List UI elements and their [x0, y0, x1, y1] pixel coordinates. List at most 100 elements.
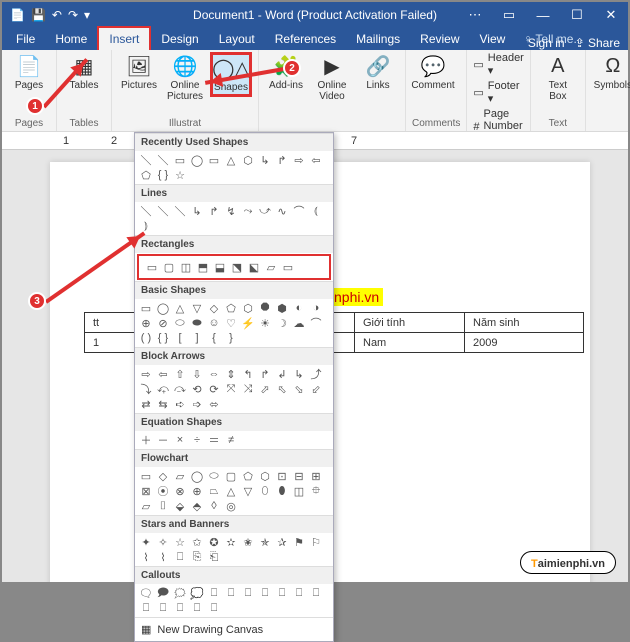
- shape-item[interactable]: ▱: [173, 470, 187, 482]
- shape-item[interactable]: ⚑: [292, 536, 306, 548]
- shape-item[interactable]: ⎕: [139, 602, 153, 614]
- shape-item[interactable]: ⤨: [241, 383, 255, 395]
- symbols-button[interactable]: ΩSymbols: [592, 52, 630, 93]
- shape-item[interactable]: ⊟: [292, 470, 306, 482]
- shape-item[interactable]: ( ): [139, 332, 153, 344]
- shape-item[interactable]: ⏢: [207, 485, 221, 497]
- shape-item[interactable]: ⬘: [190, 500, 204, 512]
- shape-item[interactable]: ⬕: [247, 261, 261, 273]
- tab-references[interactable]: References: [265, 28, 346, 50]
- shape-item[interactable]: ⬒: [196, 261, 210, 273]
- shape-item[interactable]: ✰: [275, 536, 289, 548]
- shape-item[interactable]: ◑: [309, 302, 323, 314]
- shape-item[interactable]: ◊: [207, 500, 221, 512]
- shape-item[interactable]: ⇨: [292, 154, 306, 166]
- tab-home[interactable]: Home: [45, 28, 97, 50]
- shape-item[interactable]: ◯: [190, 154, 204, 166]
- shape-item[interactable]: ＼: [156, 205, 170, 217]
- shape-item[interactable]: ⬡: [241, 302, 255, 314]
- shape-item[interactable]: ⬬: [190, 317, 204, 329]
- shape-item[interactable]: ⦿: [156, 485, 170, 497]
- shape-item[interactable]: ⬠: [224, 302, 238, 314]
- shape-item[interactable]: ⬙: [173, 500, 187, 512]
- shape-item[interactable]: 🗯: [173, 587, 187, 599]
- shape-item[interactable]: ↱: [207, 205, 221, 217]
- shape-item[interactable]: －: [156, 434, 170, 446]
- shape-item[interactable]: ☺: [207, 317, 221, 329]
- shape-item[interactable]: △: [224, 154, 238, 166]
- shape-item[interactable]: ×: [173, 434, 187, 446]
- shape-item[interactable]: ⬀: [258, 383, 272, 395]
- shape-item[interactable]: ⯃: [258, 302, 272, 314]
- text-box-button[interactable]: AText Box: [537, 52, 579, 104]
- minimize-icon[interactable]: —: [526, 2, 560, 28]
- tab-review[interactable]: Review: [410, 28, 469, 50]
- sign-in-link[interactable]: Sign in: [528, 36, 565, 50]
- shape-item[interactable]: ↯: [224, 205, 238, 217]
- shape-item[interactable]: ⤻: [258, 205, 272, 217]
- shape-item[interactable]: △: [224, 485, 238, 497]
- shape-item[interactable]: ➩: [190, 398, 204, 410]
- shape-item[interactable]: ＝: [207, 434, 221, 446]
- shape-item[interactable]: { }: [156, 332, 170, 344]
- tab-mailings[interactable]: Mailings: [346, 28, 410, 50]
- shape-item[interactable]: ⎕: [241, 587, 255, 599]
- shape-item[interactable]: ◎: [224, 500, 238, 512]
- shape-item[interactable]: ⬠: [139, 169, 153, 181]
- shape-item[interactable]: ✬: [241, 536, 255, 548]
- maximize-icon[interactable]: ☐: [560, 2, 594, 28]
- shape-item[interactable]: ⬂: [292, 383, 306, 395]
- shape-item[interactable]: ⊕: [190, 485, 204, 497]
- shape-item[interactable]: ✯: [258, 536, 272, 548]
- shape-item[interactable]: ◫: [179, 261, 193, 273]
- shape-item[interactable]: ⬭: [207, 470, 221, 482]
- shape-item[interactable]: ⎘: [190, 551, 204, 563]
- shape-item[interactable]: ☀: [258, 317, 272, 329]
- shape-item[interactable]: ◯: [156, 302, 170, 314]
- shape-item[interactable]: ⤴: [309, 368, 323, 380]
- shape-item[interactable]: ⌇: [139, 551, 153, 563]
- shape-item[interactable]: ⇦: [156, 368, 170, 380]
- shape-item[interactable]: ⬓: [213, 261, 227, 273]
- shape-item[interactable]: ⬁: [275, 383, 289, 395]
- shape-item[interactable]: ＋: [139, 434, 153, 446]
- shape-item[interactable]: ◯: [190, 470, 204, 482]
- shape-item[interactable]: ▽: [190, 302, 204, 314]
- undo-icon[interactable]: ↶: [52, 8, 62, 22]
- shape-item[interactable]: ⬭: [173, 317, 187, 329]
- shape-item[interactable]: ÷: [190, 434, 204, 446]
- shape-item[interactable]: ▭: [139, 302, 153, 314]
- table-cell[interactable]: 2009: [465, 333, 584, 353]
- shape-item[interactable]: ⌒: [309, 317, 323, 329]
- shape-item[interactable]: ▭: [207, 154, 221, 166]
- shape-item[interactable]: ↳: [190, 205, 204, 217]
- pictures-button[interactable]: 🖼Pictures: [118, 52, 160, 93]
- save-icon[interactable]: 💾: [31, 8, 46, 22]
- shape-item[interactable]: ⊠: [139, 485, 153, 497]
- tab-view[interactable]: View: [470, 28, 516, 50]
- shape-item[interactable]: ⇕: [224, 368, 238, 380]
- shape-item[interactable]: }: [224, 332, 238, 344]
- shape-item[interactable]: ⌇: [156, 551, 170, 563]
- shape-item[interactable]: ⇨: [139, 368, 153, 380]
- shape-item[interactable]: ⦅: [309, 205, 323, 217]
- table-cell[interactable]: Nam: [355, 333, 465, 353]
- shape-item[interactable]: ⎕: [275, 587, 289, 599]
- shape-item[interactable]: ▭: [281, 261, 295, 273]
- tab-file[interactable]: File: [6, 28, 45, 50]
- shape-item[interactable]: ⇩: [190, 368, 204, 380]
- shape-item[interactable]: ▭: [139, 470, 153, 482]
- shape-item[interactable]: ⊡: [275, 470, 289, 482]
- new-drawing-canvas[interactable]: ▦New Drawing Canvas: [135, 617, 333, 641]
- redo-icon[interactable]: ↷: [68, 8, 78, 22]
- shape-item[interactable]: ▱: [264, 261, 278, 273]
- shape-item[interactable]: ☁: [292, 317, 306, 329]
- shape-item[interactable]: ⤽: [156, 383, 170, 395]
- table-cell[interactable]: Năm sinh: [465, 313, 584, 333]
- shape-item[interactable]: ⌒: [292, 205, 306, 217]
- shape-item[interactable]: ✩: [190, 536, 204, 548]
- shape-item[interactable]: ⇔: [207, 368, 221, 380]
- shape-item[interactable]: ◇: [156, 470, 170, 482]
- shape-item[interactable]: ✧: [156, 536, 170, 548]
- shape-item[interactable]: ⬢: [275, 302, 289, 314]
